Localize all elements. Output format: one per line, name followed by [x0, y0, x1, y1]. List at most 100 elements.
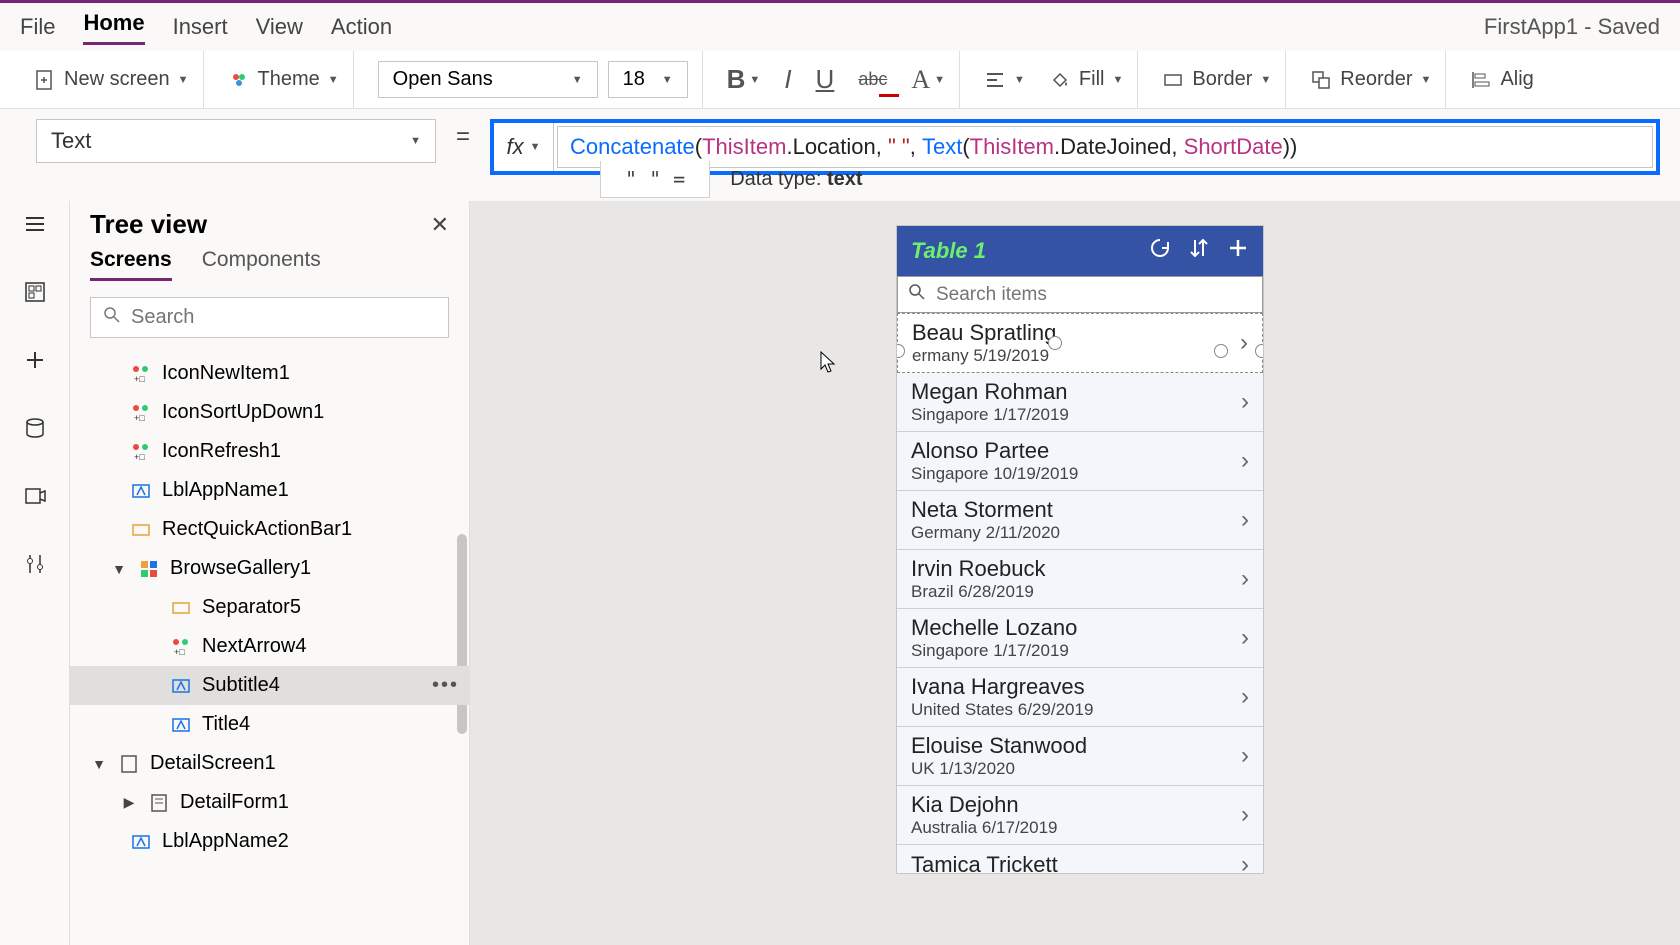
tree-item-iconnew[interactable]: +□ IconNewItem1	[70, 354, 469, 393]
canvas[interactable]: Table 1 Beau Spratlingermany 5/19/2019›M…	[470, 201, 1680, 945]
new-screen-label: New screen	[64, 68, 170, 91]
gallery-item[interactable]: Elouise StanwoodUK 1/13/2020›	[897, 727, 1263, 786]
gallery-item-title: Alonso Partee	[911, 438, 1078, 464]
chevron-right-icon[interactable]: ›	[1241, 447, 1249, 475]
menu-home[interactable]: Home	[83, 10, 144, 45]
property-bar: Text ▼ = fx▼ Concatenate(ThisItem.Locati…	[0, 109, 1680, 157]
gallery-item[interactable]: Megan RohmanSingapore 1/17/2019›	[897, 373, 1263, 432]
tree-item-gallery[interactable]: ▼ BrowseGallery1	[70, 549, 469, 588]
tab-components[interactable]: Components	[202, 248, 321, 281]
formula-token: .Location,	[786, 134, 888, 160]
property-select[interactable]: Text ▼	[36, 119, 436, 163]
bold-button[interactable]: B▼	[727, 64, 761, 95]
label-icon	[170, 714, 192, 736]
add-icon[interactable]	[1227, 237, 1249, 266]
chevron-right-icon[interactable]: ▶	[120, 794, 138, 811]
chevron-right-icon[interactable]: ›	[1241, 565, 1249, 593]
svg-text:+□: +□	[174, 647, 185, 657]
border-button[interactable]: Border▼	[1162, 68, 1271, 91]
intel-result: " " =	[600, 161, 710, 198]
fx-button[interactable]: fx▼	[494, 123, 554, 171]
align-group-button[interactable]: Alig	[1470, 68, 1533, 91]
formula-token: " "	[888, 134, 910, 160]
gallery-item[interactable]: Irvin RoebuckBrazil 6/28/2019›	[897, 550, 1263, 609]
chevron-right-icon[interactable]: ›	[1241, 683, 1249, 711]
chevron-down-icon[interactable]: ▼	[90, 756, 108, 772]
tree-title: Tree view	[90, 209, 207, 240]
theme-button[interactable]: Theme ▼	[228, 68, 339, 91]
selection-handle[interactable]	[1255, 344, 1263, 358]
menu-action[interactable]: Action	[331, 14, 392, 40]
advanced-tools-icon[interactable]	[20, 549, 50, 579]
gallery-item[interactable]: Kia DejohnAustralia 6/17/2019›	[897, 786, 1263, 845]
chevron-right-icon[interactable]: ›	[1241, 506, 1249, 534]
gallery-item-subtitle: Singapore 1/17/2019	[911, 641, 1077, 661]
tree-item-subtitle[interactable]: Subtitle4 •••	[70, 666, 469, 705]
media-icon[interactable]	[20, 481, 50, 511]
tree-item-lblapp2[interactable]: LblAppName2	[70, 822, 469, 861]
underline-button[interactable]: U	[816, 64, 835, 95]
tree-item-nextarrow[interactable]: +□ NextArrow4	[70, 627, 469, 666]
selection-handle[interactable]	[1214, 344, 1228, 358]
selection-handle[interactable]	[1048, 336, 1062, 350]
close-icon[interactable]: ✕	[431, 212, 449, 238]
chevron-right-icon[interactable]: ›	[1241, 851, 1249, 873]
gallery-item[interactable]: Mechelle LozanoSingapore 1/17/2019›	[897, 609, 1263, 668]
gallery-item[interactable]: Ivana HargreavesUnited States 6/29/2019›	[897, 668, 1263, 727]
chevron-right-icon[interactable]: ›	[1241, 388, 1249, 416]
italic-button[interactable]: I	[784, 64, 791, 95]
phone-search-input[interactable]	[936, 284, 1252, 306]
tree-panel: Tree view ✕ Screens Components +□ IconNe…	[70, 201, 470, 945]
strikethrough-button[interactable]: abc	[858, 69, 887, 90]
hamburger-icon[interactable]	[20, 209, 50, 239]
refresh-icon[interactable]	[1149, 237, 1171, 266]
insert-icon[interactable]	[20, 345, 50, 375]
reorder-button[interactable]: Reorder▼	[1310, 68, 1431, 91]
label-icon	[130, 480, 152, 502]
gallery-item-subtitle: ermany 5/19/2019	[912, 346, 1056, 366]
font-color-button[interactable]: A▼	[911, 65, 945, 95]
tree-item-separator[interactable]: Separator5	[70, 588, 469, 627]
gallery-item[interactable]: Neta StormentGermany 2/11/2020›	[897, 491, 1263, 550]
align-group-label: Alig	[1500, 68, 1533, 91]
phone-search[interactable]	[897, 276, 1263, 313]
formula-token: Concatenate	[570, 134, 695, 160]
chevron-right-icon[interactable]: ›	[1241, 742, 1249, 770]
menu-view[interactable]: View	[256, 14, 303, 40]
gallery-icon	[138, 558, 160, 580]
tree-search[interactable]	[90, 297, 449, 338]
selection-handle[interactable]	[897, 344, 905, 358]
tree-item-detailscreen[interactable]: ▼ DetailScreen1	[70, 744, 469, 783]
tree-item-iconsort[interactable]: +□ IconSortUpDown1	[70, 393, 469, 432]
gallery-item[interactable]: Tamica Trickett›	[897, 845, 1263, 873]
tree-item-title4[interactable]: Title4	[70, 705, 469, 744]
new-screen-button[interactable]: New screen ▼	[34, 68, 189, 91]
font-select[interactable]: Open Sans ▼	[378, 61, 598, 98]
sort-icon[interactable]	[1189, 237, 1209, 266]
fill-button[interactable]: Fill▼	[1049, 68, 1123, 91]
tree-item-lblapp[interactable]: LblAppName1	[70, 471, 469, 510]
tree-item-rect[interactable]: RectQuickActionBar1	[70, 510, 469, 549]
tree-view-icon[interactable]	[20, 277, 50, 307]
gallery-item[interactable]: Beau Spratlingermany 5/19/2019›	[897, 313, 1263, 373]
chevron-right-icon[interactable]: ›	[1241, 801, 1249, 829]
fill-label: Fill	[1079, 68, 1105, 91]
tree-item-detailform[interactable]: ▶ DetailForm1	[70, 783, 469, 822]
menu-file[interactable]: File	[20, 14, 55, 40]
alignment-button[interactable]: ▼	[984, 69, 1025, 91]
data-icon[interactable]	[20, 413, 50, 443]
chevron-right-icon[interactable]: ›	[1240, 329, 1248, 357]
tree-search-input[interactable]	[131, 306, 436, 329]
fill-icon	[1049, 69, 1071, 91]
font-size-select[interactable]: 18 ▼	[608, 61, 688, 98]
menu-insert[interactable]: Insert	[173, 14, 228, 40]
intel-type-value: text	[827, 168, 863, 190]
tab-screens[interactable]: Screens	[90, 248, 172, 281]
tree-item-label: BrowseGallery1	[170, 557, 311, 580]
gallery-item-title: Neta Storment	[911, 497, 1060, 523]
chevron-right-icon[interactable]: ›	[1241, 624, 1249, 652]
more-icon[interactable]: •••	[432, 674, 459, 697]
gallery-item[interactable]: Alonso ParteeSingapore 10/19/2019›	[897, 432, 1263, 491]
chevron-down-icon[interactable]: ▼	[110, 561, 128, 577]
tree-item-iconrefresh[interactable]: +□ IconRefresh1	[70, 432, 469, 471]
